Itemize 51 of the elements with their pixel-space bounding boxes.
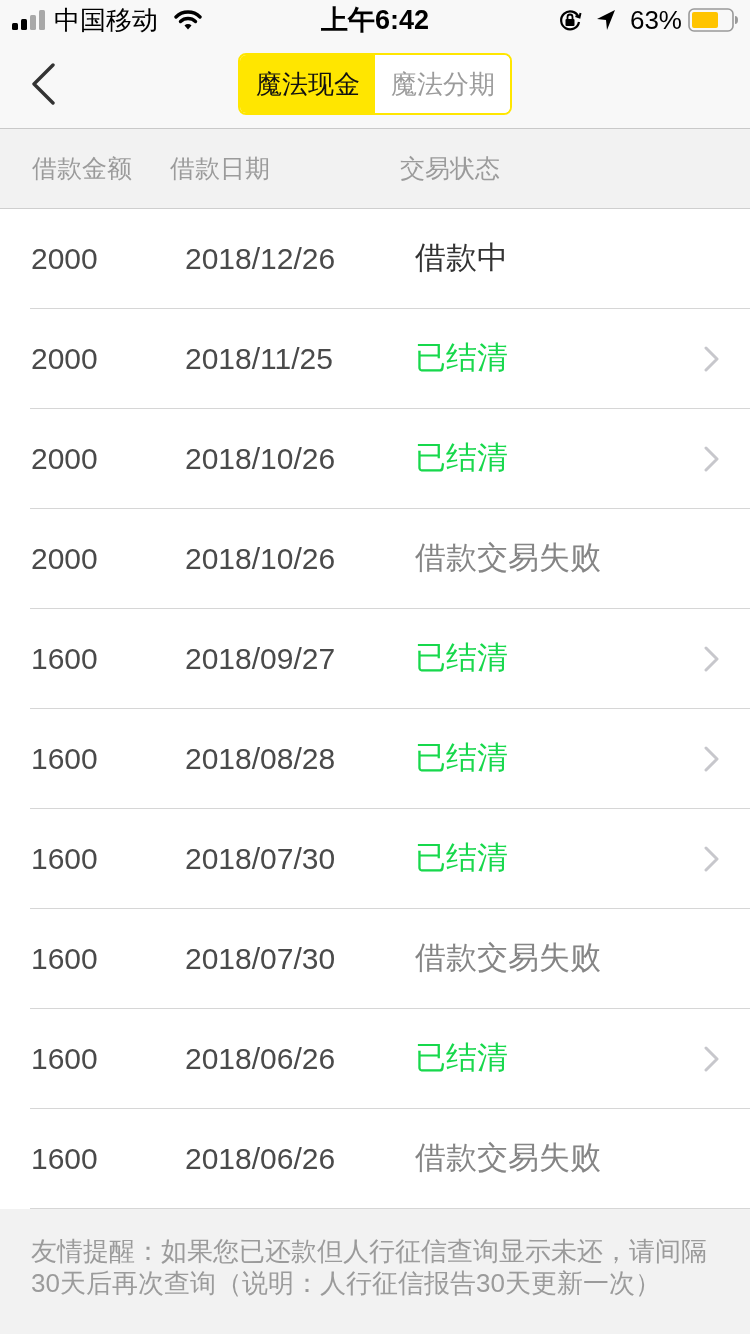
loan-amount: 2000 (30, 241, 99, 277)
loan-date: 2018/10/26 (185, 441, 337, 477)
carrier-name: 中国移动 (54, 3, 158, 37)
loan-status: 借款交易失败 (415, 1139, 601, 1178)
location-arrow-icon (595, 9, 616, 31)
loan-amount: 1600 (30, 641, 99, 677)
loan-amount: 1600 (30, 741, 99, 777)
loan-status: 已结清 (415, 739, 508, 778)
loan-amount: 1600 (30, 941, 99, 977)
loan-status: 已结清 (415, 1039, 508, 1078)
orientation-lock-icon (557, 8, 582, 32)
loan-status: 已结清 (415, 639, 508, 678)
loan-date: 2018/10/26 (185, 541, 337, 577)
loan-status: 已结清 (415, 339, 508, 378)
loan-status: 已结清 (415, 439, 508, 478)
chevron-left-icon (30, 63, 56, 105)
loan-status: 借款中 (415, 239, 508, 278)
column-header: 借款日期 (170, 152, 271, 184)
loan-date: 2018/06/26 (185, 1141, 337, 1177)
loan-amount: 2000 (30, 441, 99, 477)
battery-icon (688, 8, 738, 32)
wifi-icon (174, 10, 202, 30)
loan-date: 2018/12/26 (185, 241, 337, 277)
loan-amount: 1600 (30, 841, 99, 877)
loan-status: 借款交易失败 (415, 939, 601, 978)
loan-date: 2018/07/30 (185, 841, 337, 877)
column-header: 交易状态 (400, 152, 500, 184)
tab[interactable]: 魔法现金 (240, 55, 375, 113)
column-header: 借款金额 (32, 152, 133, 184)
loan-date: 2018/08/28 (185, 741, 337, 777)
signal-icon (12, 10, 46, 30)
loan-status: 已结清 (415, 839, 508, 878)
chevron-right-icon (704, 345, 720, 372)
loan-date: 2018/06/26 (185, 1041, 337, 1077)
back-button[interactable] (30, 63, 56, 105)
loan-amount: 2000 (30, 341, 99, 377)
reminder-text: 友情提醒：如果您已还款但人行征信查询显示未还，请间隔30天后再次查询（说明：人行征信报告30天更新一次） (31, 1235, 708, 1299)
battery-percentage: 63% (629, 3, 682, 37)
chevron-right-icon (704, 1045, 720, 1072)
chevron-right-icon (704, 445, 720, 472)
loan-amount: 2000 (30, 541, 99, 577)
chevron-right-icon (704, 845, 720, 872)
loan-date: 2018/11/25 (185, 341, 334, 377)
loan-amount: 1600 (30, 1041, 99, 1077)
loan-date: 2018/07/30 (185, 941, 337, 977)
clock-time: 上午6:42 (320, 4, 429, 37)
chevron-right-icon (704, 745, 720, 772)
loan-date: 2018/09/27 (185, 641, 337, 677)
chevron-right-icon (704, 645, 720, 672)
loan-status: 借款交易失败 (415, 539, 601, 578)
loan-amount: 1600 (30, 1141, 99, 1177)
